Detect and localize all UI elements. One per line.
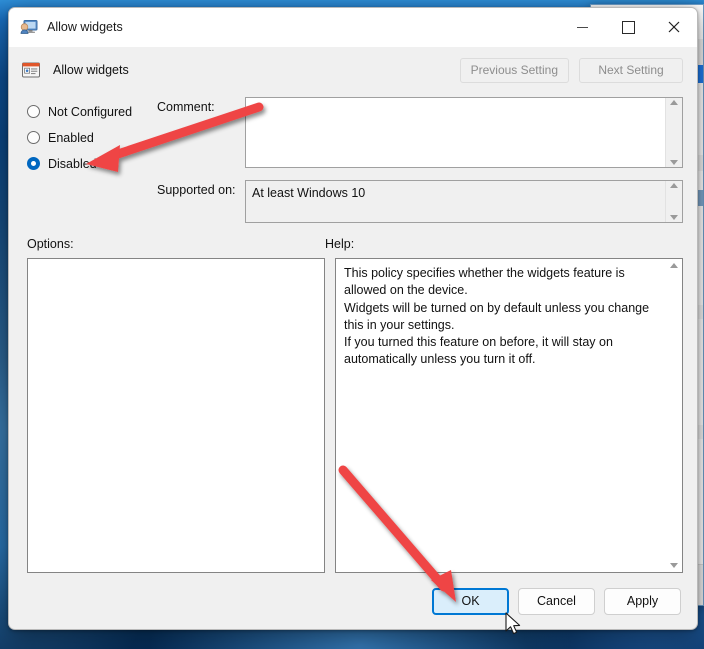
- apply-button[interactable]: Apply: [604, 587, 681, 615]
- help-label: Help:: [325, 237, 355, 251]
- supported-on-label: Supported on:: [157, 183, 236, 197]
- radio-mark-selected-icon: [27, 157, 40, 170]
- scroll-down-icon[interactable]: [669, 563, 678, 568]
- help-scrollbar[interactable]: [665, 259, 682, 572]
- close-button[interactable]: [651, 8, 697, 46]
- dialog-title: Allow widgets: [47, 20, 123, 34]
- radio-mark-icon: [27, 131, 40, 144]
- help-text: This policy specifies whether the widget…: [344, 266, 650, 367]
- radio-label: Disabled: [48, 156, 97, 171]
- minimize-icon: [576, 26, 588, 28]
- radio-not-configured[interactable]: Not Configured: [27, 99, 157, 124]
- next-setting-button[interactable]: Next Setting: [579, 57, 683, 83]
- scroll-down-icon[interactable]: [670, 215, 678, 220]
- comment-value[interactable]: [246, 98, 665, 167]
- supported-on-input[interactable]: At least Windows 10: [245, 180, 683, 223]
- maximize-button[interactable]: [605, 8, 651, 46]
- comment-input[interactable]: [245, 97, 683, 168]
- comment-field-row: Comment:: [157, 97, 683, 168]
- close-icon: [668, 21, 680, 33]
- radio-label: Enabled: [48, 130, 94, 145]
- scroll-up-icon[interactable]: [669, 263, 678, 268]
- radio-disabled[interactable]: Disabled: [27, 151, 157, 176]
- scroll-up-icon[interactable]: [670, 183, 678, 188]
- comment-scrollbar[interactable]: [665, 98, 682, 167]
- options-label: Options:: [27, 237, 74, 251]
- ok-button[interactable]: OK: [432, 587, 509, 615]
- panels-row: This policy specifies whether the widget…: [9, 258, 697, 573]
- allow-widgets-policy-dialog: Allow widgets Allow widgets Previous Set…: [8, 7, 698, 630]
- radio-label: Not Configured: [48, 104, 133, 119]
- metadata-fields: Comment: Supported on: At least Windows …: [157, 93, 683, 227]
- options-label-wrap: Options:: [27, 235, 325, 253]
- dialog-header: Allow widgets Previous Setting Next Sett…: [9, 47, 697, 93]
- minimize-button[interactable]: [559, 8, 605, 46]
- computer-policy-icon: [20, 18, 38, 36]
- dialog-titlebar[interactable]: Allow widgets: [9, 8, 697, 47]
- comment-label: Comment:: [157, 100, 215, 114]
- help-panel[interactable]: This policy specifies whether the widget…: [335, 258, 683, 573]
- cancel-button[interactable]: Cancel: [518, 587, 595, 615]
- policy-setting-icon: [21, 60, 41, 80]
- help-label-wrap: Help:: [325, 235, 683, 253]
- panel-spacer: [325, 258, 335, 573]
- options-panel[interactable]: [27, 258, 325, 573]
- policy-setting-name: Allow widgets: [53, 63, 129, 77]
- dialog-footer: OK Cancel Apply: [9, 573, 697, 629]
- supported-on-scrollbar[interactable]: [665, 181, 682, 222]
- policy-state-and-metadata-section: Not Configured Enabled Disabled Comment:: [9, 93, 697, 227]
- radio-mark-icon: [27, 105, 40, 118]
- radio-enabled[interactable]: Enabled: [27, 125, 157, 150]
- maximize-icon: [621, 20, 635, 34]
- previous-setting-button[interactable]: Previous Setting: [459, 57, 569, 83]
- supported-on-value: At least Windows 10: [252, 186, 366, 200]
- supported-on-field-row: Supported on: At least Windows 10: [157, 180, 683, 223]
- scroll-down-icon[interactable]: [670, 160, 678, 165]
- policy-state-radio-group: Not Configured Enabled Disabled: [9, 93, 157, 227]
- panel-labels-row: Options: Help:: [9, 227, 697, 258]
- scroll-up-icon[interactable]: [670, 100, 678, 105]
